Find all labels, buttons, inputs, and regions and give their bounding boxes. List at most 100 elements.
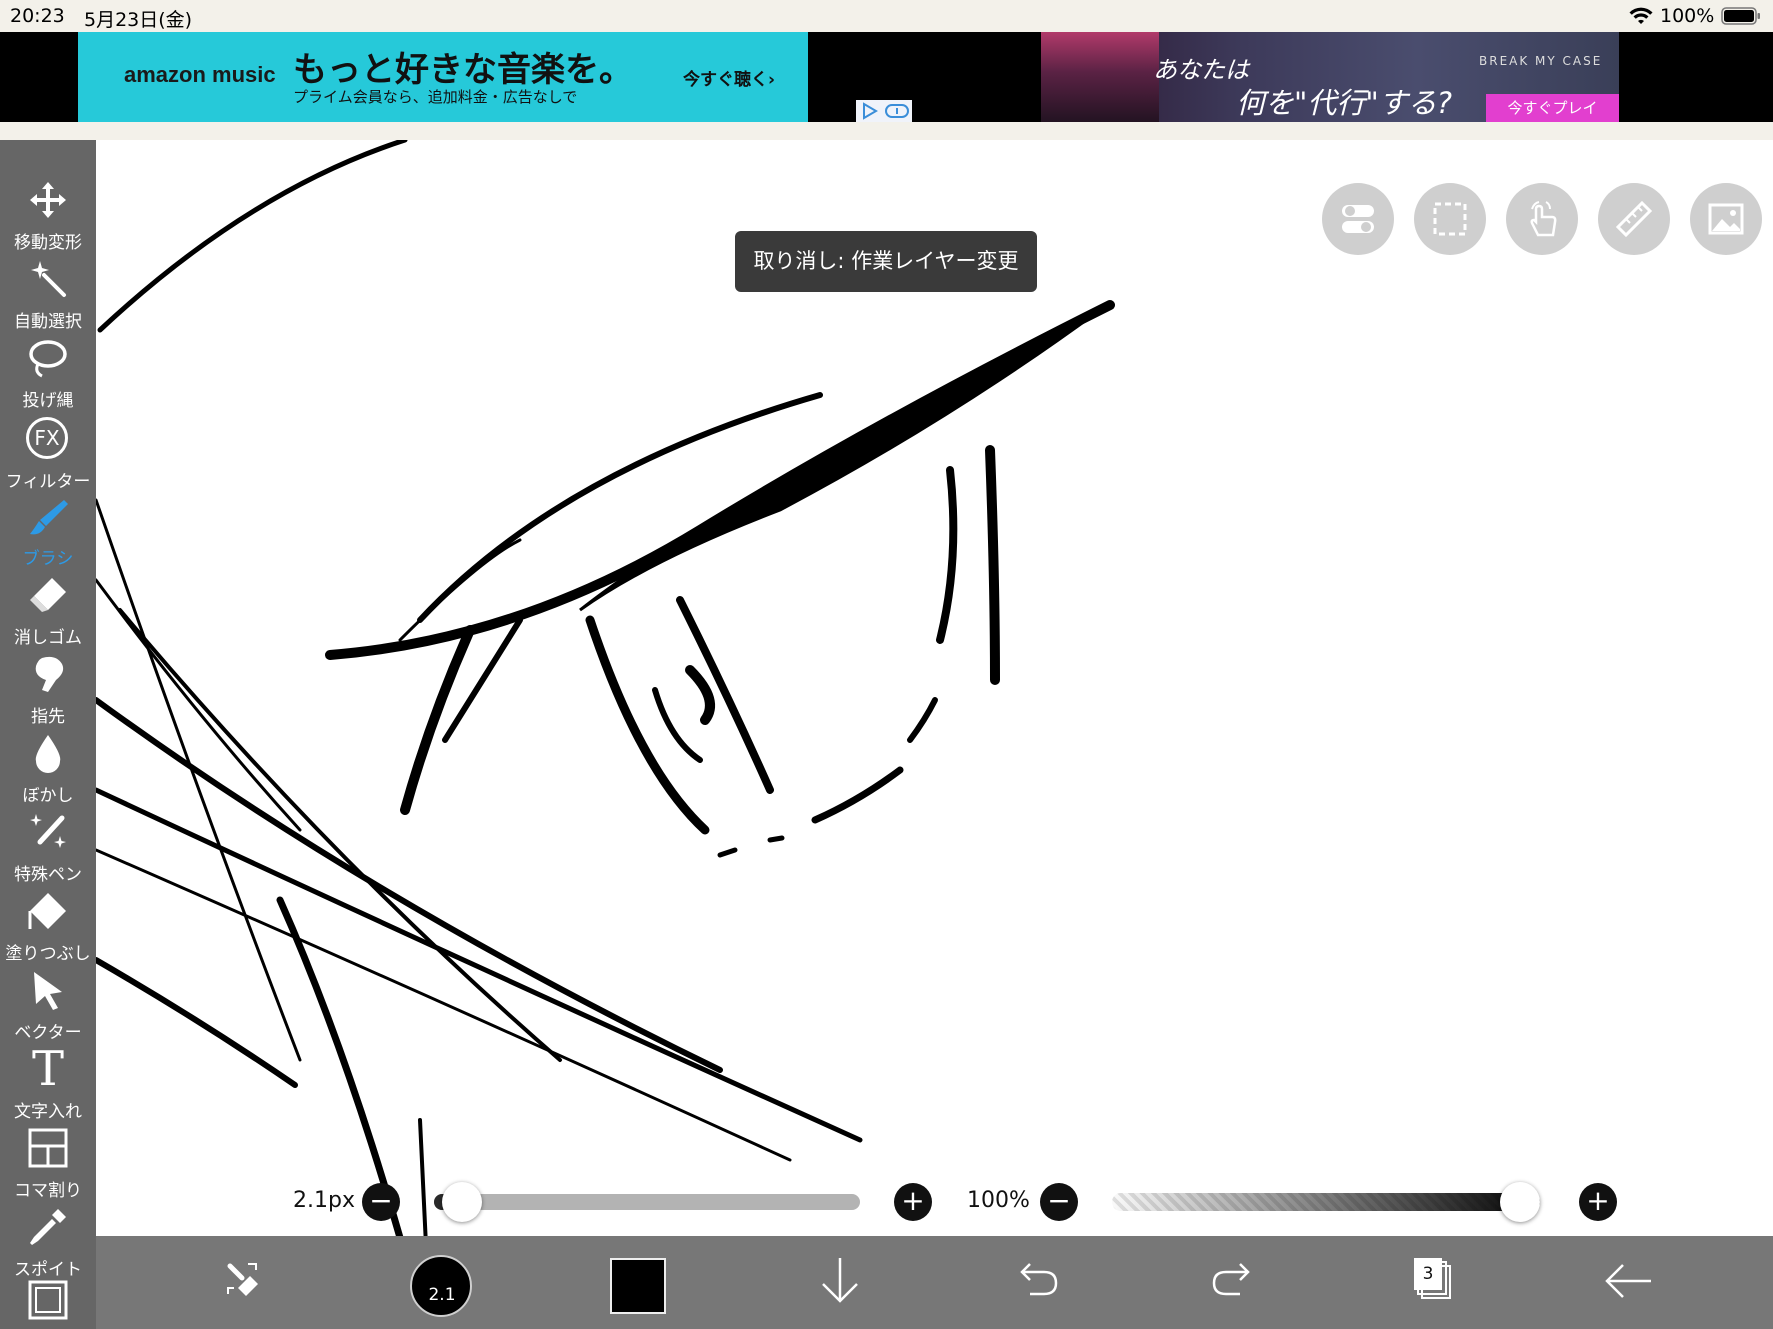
layers-button[interactable]: 3 [1394,1244,1468,1318]
opacity-knob[interactable] [1500,1182,1540,1222]
sketch-artwork [96,140,1115,1236]
opacity-decrease-button[interactable]: − [1040,1183,1078,1221]
tool-label: 投げ縄 [22,391,74,411]
download-button[interactable] [803,1244,877,1318]
tool-eyedropper[interactable]: スポイト [0,1207,96,1285]
back-button[interactable] [1591,1244,1665,1318]
brush-size-badge-text: 2.1 [428,1285,456,1305]
quick-tools-button[interactable] [208,1244,282,1318]
tool-text[interactable]: T 文字入れ [0,1041,96,1127]
game-ad[interactable]: あなたは 何を"代行"する? BREAK MY CASE 今すぐプレイ [1041,32,1619,122]
vector-cursor-icon [34,972,62,1010]
touch-hand-icon [1530,201,1557,237]
ad-headline: もっと好きな音楽を。 [293,50,633,90]
undo-button[interactable] [1000,1244,1074,1318]
drawing-canvas[interactable] [96,140,1773,1236]
tool-label: 自動選択 [14,312,82,332]
special-pen-icon [30,814,66,848]
smudge-icon [35,656,64,692]
status-date: 5月23日(金) [84,9,193,31]
current-color-swatch[interactable] [610,1258,666,1314]
ad-brand: amazon music [124,62,276,87]
canvas-frame-icon [28,1280,68,1320]
brush-eraser-swap-icon [227,1263,258,1296]
toggle-icon [1342,205,1374,233]
tool-label: スポイト [14,1260,82,1280]
ad-cta[interactable]: 今すぐ聴く› [683,65,775,90]
tool-magic-wand[interactable]: 自動選択 [0,259,96,337]
image-button[interactable] [1690,183,1762,255]
tool-label: 文字入れ [14,1102,82,1122]
tool-brush[interactable]: ブラシ [0,496,96,574]
toggle-button[interactable] [1322,183,1394,255]
ad2-line1: あなたは [1153,56,1249,84]
undo-icon [1020,1263,1058,1296]
ad-banner-strip: amazon music もっと好きな音楽を。 プライム会員なら、追加料金・広告… [0,32,1773,122]
selection-rect-icon [1433,202,1467,236]
selection-button[interactable] [1414,183,1486,255]
battery-percent: 100% [1660,5,1715,27]
tool-fill[interactable]: 塗りつぶし [0,891,96,969]
bottom-bar: 2.1 3 [96,1236,1773,1329]
tool-canvas[interactable] [0,1280,96,1326]
tool-eraser[interactable]: 消しゴム [0,575,96,653]
status-bar: 20:23 5月23日(金) 100% [0,0,1773,32]
undo-toast: 取り消し: 作業レイヤー変更 [735,231,1037,292]
fill-bucket-icon [28,893,66,929]
eraser-icon [30,578,66,612]
panel-divide-icon [28,1128,68,1168]
blur-drop-icon [35,735,61,773]
tool-label: ブラシ [22,549,74,569]
tool-label: ベクター [14,1023,82,1043]
tool-smudge[interactable]: 指先 [0,654,96,732]
tool-label: 特殊ペン [14,865,82,885]
layer-count: 3 [1422,1264,1434,1284]
tool-move-transform[interactable]: 移動変形 [0,180,96,258]
adchoices-icon[interactable] [856,100,912,122]
tool-label: コマ割り [14,1181,82,1201]
battery-icon [1721,7,1760,25]
lasso-icon [29,340,67,378]
ruler-icon [1616,201,1652,237]
tool-label: 消しゴム [14,628,82,648]
tool-label: フィルター [5,472,91,492]
amazon-music-ad[interactable]: amazon music もっと好きな音楽を。 プライム会員なら、追加料金・広告… [78,32,808,122]
brush-icon [30,500,68,535]
status-time: 20:23 [10,5,65,27]
tool-vector[interactable]: ベクター [0,970,96,1048]
ruler-button[interactable] [1598,183,1670,255]
eyedropper-icon [30,1209,66,1245]
ad-character-image [1041,32,1159,122]
tool-filter[interactable]: FX フィルター [0,417,96,495]
ad-subtext: プライム会員なら、追加料金・広告なしで [293,88,578,106]
wifi-icon [1629,7,1653,24]
tool-label: 指先 [31,707,65,727]
tool-panel-divide[interactable]: コマ割り [0,1128,96,1206]
touch-button[interactable] [1506,183,1578,255]
tool-blur[interactable]: ぼかし [0,733,96,811]
tool-special-pen[interactable]: 特殊ペン [0,812,96,890]
brush-size-badge[interactable]: 2.1 [410,1255,472,1317]
fx-icon: FX [26,417,68,459]
opacity-increase-button[interactable]: + [1579,1183,1617,1221]
left-toolbar: 移動変形 自動選択 投げ縄 FX フィルター ブラシ 消しゴム 指先 ぼかし 特… [0,140,96,1329]
brush-size-knob[interactable] [441,1182,482,1222]
size-decrease-button[interactable]: − [362,1183,400,1221]
tool-lasso[interactable]: 投げ縄 [0,338,96,416]
arrow-left-icon [1605,1264,1651,1298]
redo-button[interactable] [1196,1244,1270,1318]
arrow-down-icon [822,1258,858,1303]
text-icon: T [31,1041,64,1097]
move-icon [30,182,66,218]
opacity-slider[interactable] [1112,1193,1540,1211]
brush-size-label: 2.1px [293,1188,355,1213]
ad2-logo: BREAK MY CASE [1479,54,1603,68]
ad2-cta-button[interactable]: 今すぐプレイ [1486,94,1619,122]
magic-wand-icon [31,261,66,297]
tool-label: 移動変形 [14,233,82,253]
tool-label: ぼかし [22,786,74,806]
redo-icon [1212,1263,1250,1296]
size-increase-button[interactable]: + [894,1183,932,1221]
brush-size-slider[interactable] [434,1194,860,1210]
ad-divider [0,122,1773,140]
